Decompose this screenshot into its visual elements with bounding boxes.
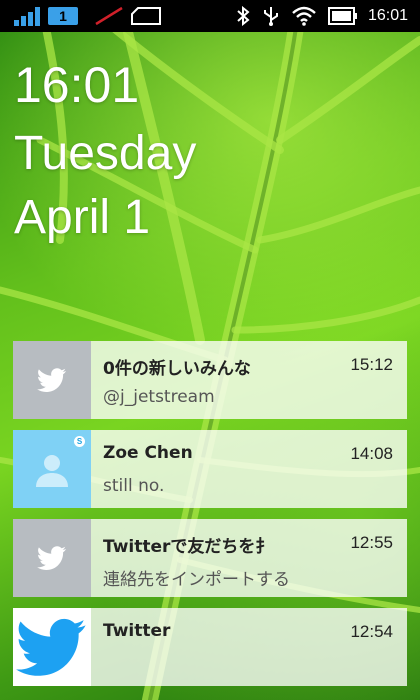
notification-app-icon: S — [13, 430, 91, 508]
notification-title: Zoe Chen — [103, 443, 193, 463]
notification-text: still no. — [103, 476, 165, 496]
notification-title: 0件の新しいみんな — [103, 359, 251, 379]
notification-time: 12:54 — [350, 622, 393, 641]
notification-card[interactable]: S Zoe Chen 14:08 still no. — [13, 430, 407, 508]
notification-text: @j_jetstream — [103, 387, 215, 407]
notification-time: 14:08 — [350, 444, 393, 463]
notification-card[interactable]: 0件の新しいみんな 15:12 @j_jetstream — [13, 341, 407, 419]
no-sim-icon — [95, 6, 123, 26]
twitter-bird-icon — [37, 368, 66, 392]
notification-app-icon — [13, 341, 91, 419]
usb-icon — [263, 7, 278, 26]
lock-time: 16:01 — [14, 57, 140, 113]
lock-day: Tuesday — [14, 127, 197, 180]
notification-time: 12:55 — [350, 533, 393, 552]
twitter-logo-icon — [16, 618, 86, 676]
status-clock: 16:01 — [367, 7, 408, 24]
lock-screen-clock: 16:01 Tuesday April 1 — [14, 60, 196, 242]
notification-app-icon — [13, 608, 91, 686]
skype-icon: S — [74, 436, 85, 447]
twitter-bird-icon — [37, 546, 66, 570]
notification-card[interactable]: Twitterで友だちを扌 12:55 連絡先をインポートする — [13, 519, 407, 597]
notification-app-icon — [13, 519, 91, 597]
notification-title: Twitterで友だちを扌 — [103, 537, 273, 557]
notification-title: Twitter — [103, 621, 171, 641]
lock-date: April 1 — [14, 191, 151, 244]
battery-icon — [327, 7, 357, 25]
bluetooth-icon — [237, 6, 250, 26]
sd-card-icon — [131, 7, 161, 25]
status-bar: 1 16:01 — [0, 0, 420, 32]
signal-strength-icon — [14, 6, 42, 26]
notification-text: 連絡先をインポートする — [103, 570, 290, 590]
notification-card[interactable]: Twitter 12:54 — [13, 608, 407, 686]
wifi-icon — [292, 6, 316, 26]
sim-slot-badge: 1 — [48, 7, 78, 25]
notification-time: 15:12 — [350, 355, 393, 374]
contact-avatar-icon — [36, 455, 68, 487]
